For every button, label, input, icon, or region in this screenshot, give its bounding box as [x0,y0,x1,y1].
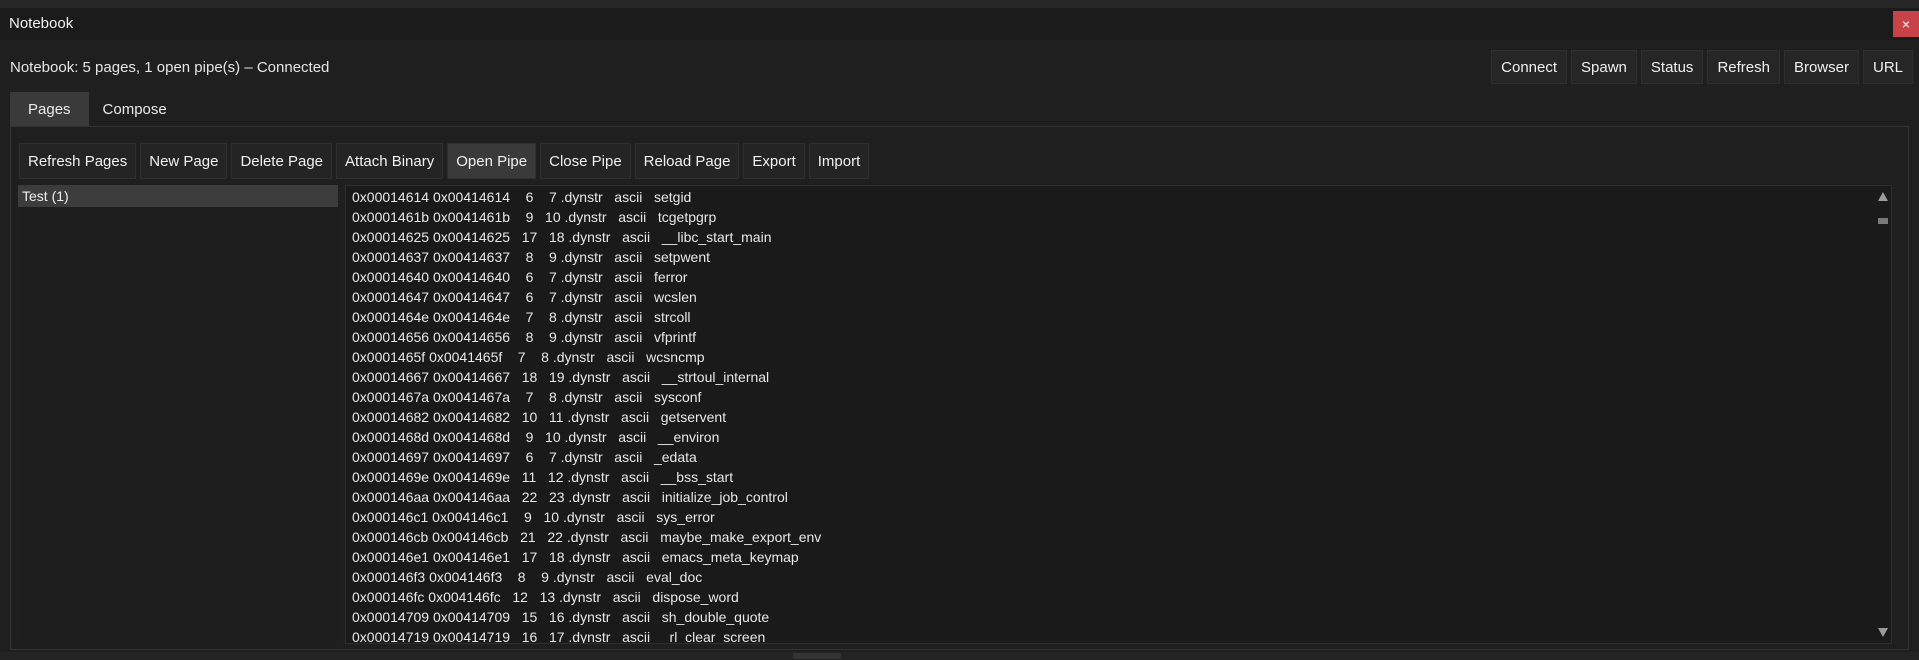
reload-page-button[interactable]: Reload Page [634,143,740,179]
output-line: 0x00014640 0x00414640 6 7 .dynstr ascii … [352,269,688,285]
output-line: 0x00014682 0x00414682 10 11 .dynstr asci… [352,409,727,425]
status-row: Notebook: 5 pages, 1 open pipe(s) – Conn… [0,50,1919,84]
page-list-item[interactable]: Test (1) [18,185,338,207]
window-title: Notebook [9,15,74,32]
output-line: 0x0001465f 0x0041465f 7 8 .dynstr ascii … [352,349,705,365]
output-line: 0x0001464e 0x0041464e 7 8 .dynstr ascii … [352,309,691,325]
output-line: 0x00014614 0x00414614 6 7 .dynstr ascii … [352,189,692,205]
resize-handle[interactable] [793,653,841,659]
pages-toolbar: Refresh Pages New Page Delete Page Attach B… [19,143,870,179]
output-line: 0x0001468d 0x0041468d 9 10 .dynstr ascii… [352,429,720,445]
pages-list[interactable]: Test (1) [18,185,338,644]
new-page-button[interactable]: New Page [140,143,228,179]
delete-page-button[interactable]: Delete Page [231,143,333,179]
output-line: 0x0001467a 0x0041467a 7 8 .dynstr ascii … [352,389,702,405]
refresh-button[interactable]: Refresh [1707,50,1780,84]
output-line: 0x0001461b 0x0041461b 9 10 .dynstr ascii… [352,209,717,225]
page-output[interactable]: 0x00014614 0x00414614 6 7 .dynstr ascii … [345,185,1892,644]
output-lines: 0x00014614 0x00414614 6 7 .dynstr ascii … [346,186,1891,644]
header-button-group: Connect Spawn Status Refresh Browser URL [1491,50,1913,84]
close-pipe-button[interactable]: Close Pipe [540,143,631,179]
scroll-up-arrow-icon[interactable] [1878,192,1888,201]
scroll-down-arrow-icon[interactable] [1878,628,1888,637]
spawn-button[interactable]: Spawn [1571,50,1637,84]
export-button[interactable]: Export [743,143,805,179]
open-pipe-button[interactable]: Open Pipe [447,143,537,179]
output-line: 0x00014656 0x00414656 8 9 .dynstr ascii … [352,329,696,345]
output-line: 0x00014625 0x00414625 17 18 .dynstr asci… [352,229,772,245]
tab-bar: Pages Compose [10,92,179,126]
output-line: 0x000146e1 0x004146e1 17 18 .dynstr asci… [352,549,799,565]
output-line: 0x00014719 0x00414719 16 17 .dynstr asci… [352,629,766,644]
status-text: Notebook: 5 pages, 1 open pipe(s) – Conn… [10,59,330,76]
output-line: 0x0001469e 0x0041469e 11 12 .dynstr asci… [352,469,734,485]
notebook-window: Notebook × Notebook: 5 pages, 1 open pip… [0,8,1919,652]
output-line: 0x00014647 0x00414647 6 7 .dynstr ascii … [352,289,697,305]
output-line: 0x00014697 0x00414697 6 7 .dynstr ascii … [352,449,697,465]
output-line: 0x00014667 0x00414667 18 19 .dynstr asci… [352,369,770,385]
output-line: 0x000146cb 0x004146cb 21 22 .dynstr asci… [352,529,822,545]
import-button[interactable]: Import [808,143,870,179]
output-line: 0x000146aa 0x004146aa 22 23 .dynstr asci… [352,489,788,505]
tab-compose[interactable]: Compose [91,92,179,126]
output-line: 0x000146f3 0x004146f3 8 9 .dynstr ascii … [352,569,703,585]
connect-button[interactable]: Connect [1491,50,1568,84]
output-line: 0x00014637 0x00414637 8 9 .dynstr ascii … [352,249,711,265]
url-button[interactable]: URL [1862,50,1913,84]
refresh-pages-button[interactable]: Refresh Pages [19,143,137,179]
output-line: 0x000146fc 0x004146fc 12 13 .dynstr asci… [352,589,739,605]
attach-binary-button[interactable]: Attach Binary [336,143,444,179]
browser-button[interactable]: Browser [1783,50,1859,84]
scroll-thumb[interactable] [1878,218,1888,224]
title-bar[interactable]: Notebook × [0,8,1919,40]
status-button[interactable]: Status [1640,50,1704,84]
output-line: 0x00014709 0x00414709 15 16 .dynstr asci… [352,609,770,625]
vertical-scrollbar[interactable] [1875,186,1891,643]
pages-panel: Refresh Pages New Page Delete Page Attach B… [10,126,1909,650]
close-button[interactable]: × [1893,11,1919,37]
tab-pages[interactable]: Pages [10,92,89,126]
bottom-strip [0,652,1919,660]
output-line: 0x000146c1 0x004146c1 9 10 .dynstr ascii… [352,509,715,525]
